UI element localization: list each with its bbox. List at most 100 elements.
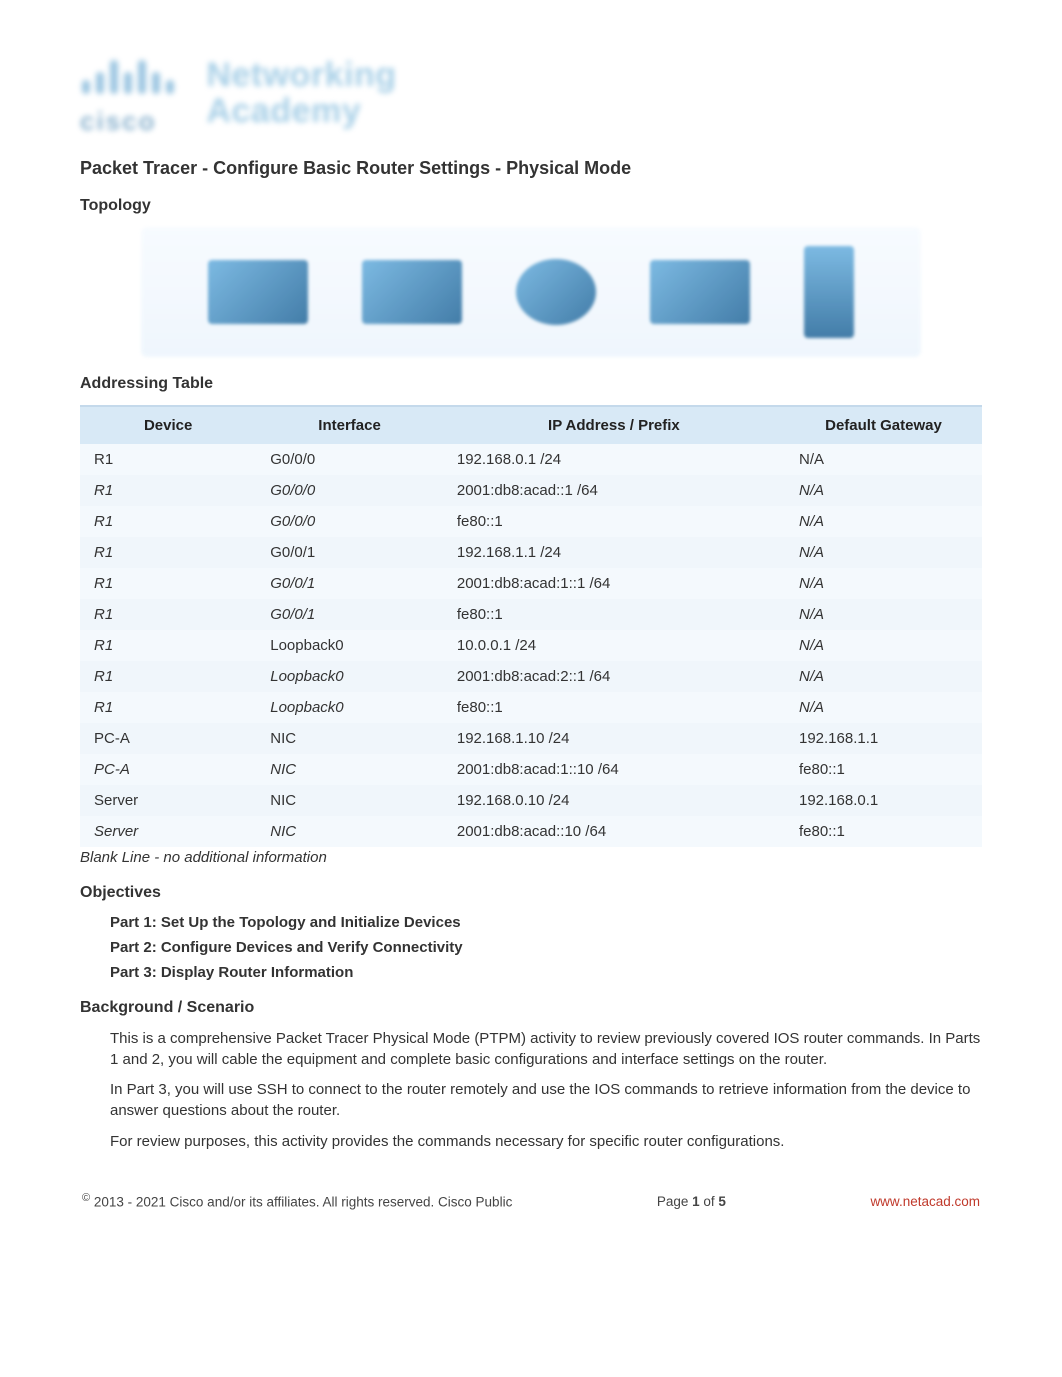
table-cell: 2001:db8:acad::10 /64 <box>443 816 785 847</box>
table-row: R1G0/0/12001:db8:acad:1::1 /64N/A <box>80 568 982 599</box>
table-cell: Loopback0 <box>256 661 443 692</box>
table-cell: G0/0/0 <box>256 475 443 506</box>
col-iface: Interface <box>256 406 443 444</box>
table-cell: G0/0/1 <box>256 599 443 630</box>
table-cell: 2001:db8:acad:1::1 /64 <box>443 568 785 599</box>
table-row: PC-ANIC192.168.1.10 /24192.168.1.1 <box>80 723 982 754</box>
table-cell: R1 <box>80 661 256 692</box>
blank-line-note: Blank Line - no additional information <box>80 849 982 866</box>
table-row: ServerNIC2001:db8:acad::10 /64fe80::1 <box>80 816 982 847</box>
table-row: R1Loopback02001:db8:acad:2::1 /64N/A <box>80 661 982 692</box>
table-row: ServerNIC192.168.0.10 /24192.168.0.1 <box>80 785 982 816</box>
table-cell: 2001:db8:acad:2::1 /64 <box>443 661 785 692</box>
table-row: R1G0/0/0fe80::1N/A <box>80 506 982 537</box>
table-cell: N/A <box>785 568 982 599</box>
table-cell: G0/0/0 <box>256 506 443 537</box>
logo-academy-text: NetworkingAcademy <box>206 58 396 129</box>
table-cell: R1 <box>80 599 256 630</box>
table-cell: G0/0/0 <box>256 444 443 475</box>
table-cell: fe80::1 <box>785 816 982 847</box>
background-paragraph: For review purposes, this activity provi… <box>110 1132 982 1153</box>
logo-brand-text: cisco <box>80 106 190 137</box>
table-cell: G0/0/1 <box>256 537 443 568</box>
table-cell: R1 <box>80 537 256 568</box>
table-cell: Loopback0 <box>256 692 443 723</box>
cisco-logo: cisco NetworkingAcademy <box>80 50 982 140</box>
section-background-heading: Background / Scenario <box>80 999 982 1017</box>
table-cell: NIC <box>256 754 443 785</box>
objective-item: Part 3: Display Router Information <box>110 964 982 981</box>
objectives-list: Part 1: Set Up the Topology and Initiali… <box>110 914 982 981</box>
cisco-bars-icon: cisco <box>80 50 190 137</box>
table-cell: fe80::1 <box>443 506 785 537</box>
table-cell: N/A <box>785 444 982 475</box>
table-cell: fe80::1 <box>443 599 785 630</box>
table-cell: Loopback0 <box>256 630 443 661</box>
col-gateway: Default Gateway <box>785 406 982 444</box>
table-cell: fe80::1 <box>785 754 982 785</box>
table-cell: N/A <box>785 537 982 568</box>
table-row: R1G0/0/0192.168.0.1 /24N/A <box>80 444 982 475</box>
table-cell: 192.168.0.10 /24 <box>443 785 785 816</box>
table-cell: 192.168.1.1 /24 <box>443 537 785 568</box>
table-cell: N/A <box>785 475 982 506</box>
table-cell: R1 <box>80 506 256 537</box>
objective-item: Part 1: Set Up the Topology and Initiali… <box>110 914 982 931</box>
table-cell: Server <box>80 816 256 847</box>
table-row: R1Loopback0fe80::1N/A <box>80 692 982 723</box>
footer-copyright: © 2013 - 2021 Cisco and/or its affiliate… <box>82 1192 512 1210</box>
table-row: R1G0/0/02001:db8:acad::1 /64N/A <box>80 475 982 506</box>
table-cell: R1 <box>80 475 256 506</box>
background-paragraphs: This is a comprehensive Packet Tracer Ph… <box>80 1029 982 1152</box>
table-header-row: Device Interface IP Address / Prefix Def… <box>80 406 982 444</box>
section-topology-heading: Topology <box>80 197 982 215</box>
table-cell: Server <box>80 785 256 816</box>
table-row: PC-ANIC2001:db8:acad:1::10 /64fe80::1 <box>80 754 982 785</box>
table-cell: PC-A <box>80 754 256 785</box>
topology-device-icon <box>362 260 462 324</box>
footer-pager: Page 1 of 5 <box>657 1194 726 1209</box>
topology-diagram <box>141 227 921 357</box>
section-addressing-heading: Addressing Table <box>80 375 982 393</box>
section-objectives-heading: Objectives <box>80 884 982 902</box>
table-cell: PC-A <box>80 723 256 754</box>
objective-item: Part 2: Configure Devices and Verify Con… <box>110 939 982 956</box>
topology-router-icon <box>516 259 596 325</box>
topology-server-icon <box>804 246 854 338</box>
table-cell: N/A <box>785 630 982 661</box>
topology-device-icon <box>208 260 308 324</box>
table-cell: 192.168.0.1 /24 <box>443 444 785 475</box>
col-ip: IP Address / Prefix <box>443 406 785 444</box>
copyright-symbol: © <box>82 1192 90 1204</box>
table-cell: N/A <box>785 506 982 537</box>
addressing-table: Device Interface IP Address / Prefix Def… <box>80 405 982 847</box>
table-cell: R1 <box>80 692 256 723</box>
topology-device-icon <box>650 260 750 324</box>
table-cell: R1 <box>80 630 256 661</box>
page-footer: © 2013 - 2021 Cisco and/or its affiliate… <box>80 1192 982 1210</box>
table-row: R1Loopback010.0.0.1 /24N/A <box>80 630 982 661</box>
table-cell: 2001:db8:acad:1::10 /64 <box>443 754 785 785</box>
footer-link[interactable]: www.netacad.com <box>870 1194 980 1209</box>
table-cell: fe80::1 <box>443 692 785 723</box>
table-cell: 192.168.0.1 <box>785 785 982 816</box>
table-cell: 10.0.0.1 /24 <box>443 630 785 661</box>
table-cell: N/A <box>785 599 982 630</box>
table-cell: NIC <box>256 785 443 816</box>
col-device: Device <box>80 406 256 444</box>
table-row: R1G0/0/1fe80::1N/A <box>80 599 982 630</box>
table-cell: N/A <box>785 692 982 723</box>
document-title: Packet Tracer - Configure Basic Router S… <box>80 158 982 179</box>
table-cell: NIC <box>256 723 443 754</box>
background-paragraph: This is a comprehensive Packet Tracer Ph… <box>110 1029 982 1070</box>
table-cell: 192.168.1.1 <box>785 723 982 754</box>
table-cell: 192.168.1.10 /24 <box>443 723 785 754</box>
background-paragraph: In Part 3, you will use SSH to connect t… <box>110 1080 982 1121</box>
table-cell: NIC <box>256 816 443 847</box>
table-row: R1G0/0/1192.168.1.1 /24N/A <box>80 537 982 568</box>
table-cell: N/A <box>785 661 982 692</box>
table-cell: R1 <box>80 568 256 599</box>
table-cell: R1 <box>80 444 256 475</box>
table-cell: G0/0/1 <box>256 568 443 599</box>
table-cell: 2001:db8:acad::1 /64 <box>443 475 785 506</box>
